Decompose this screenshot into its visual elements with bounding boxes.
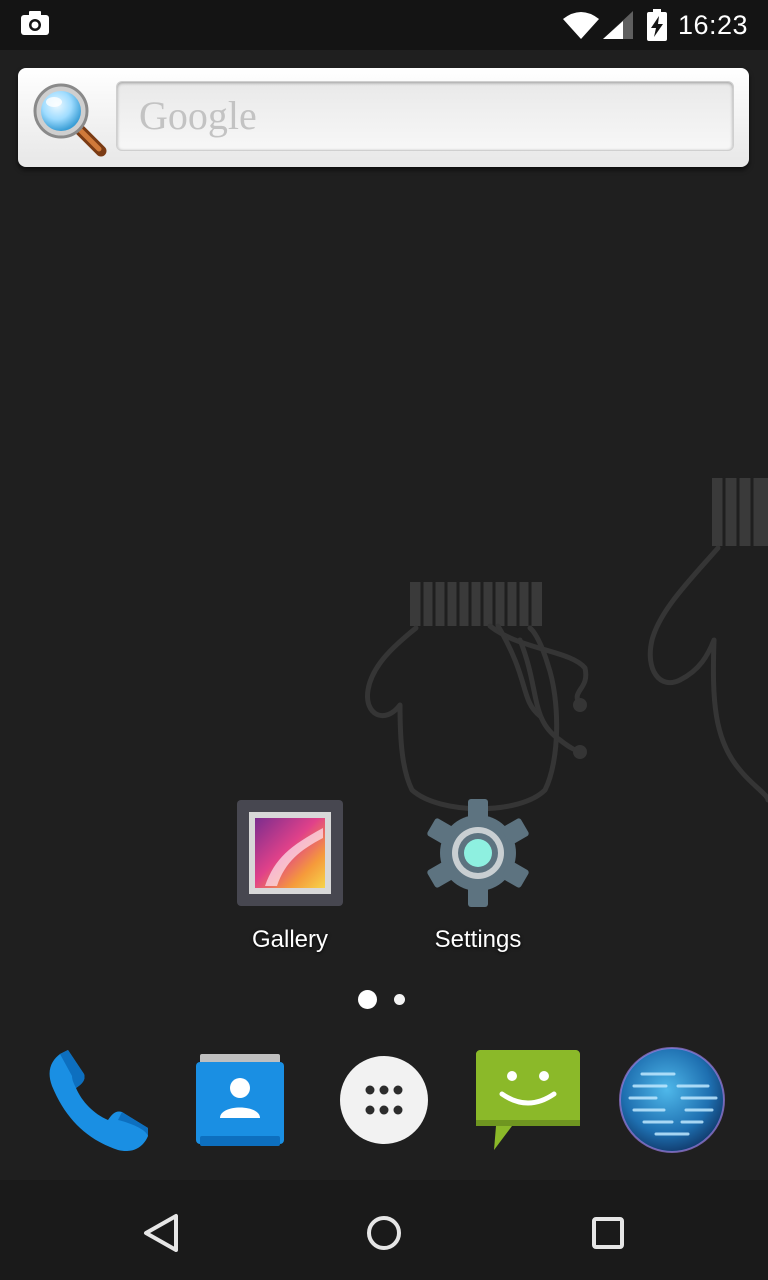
- status-bar: 16:23: [0, 0, 768, 50]
- cell-signal-icon: [603, 11, 633, 39]
- clock: 16:23: [678, 10, 749, 40]
- browser-app[interactable]: [612, 1040, 732, 1160]
- contacts-app[interactable]: [180, 1040, 300, 1160]
- home-icon[interactable]: [354, 1208, 414, 1258]
- app-drawer-button[interactable]: [324, 1040, 444, 1160]
- contacts-icon[interactable]: [180, 1040, 300, 1160]
- magnifier-icon[interactable]: [31, 81, 107, 157]
- gallery-icon[interactable]: [235, 798, 345, 908]
- phone-icon[interactable]: [38, 1040, 158, 1160]
- messaging-icon[interactable]: [468, 1040, 588, 1160]
- camera-icon: [21, 11, 49, 35]
- app-drawer-icon[interactable]: [324, 1040, 444, 1160]
- messaging-app[interactable]: [468, 1040, 588, 1160]
- recents-icon[interactable]: [578, 1208, 638, 1258]
- gallery-shortcut[interactable]: Gallery: [220, 798, 360, 954]
- google-search-widget[interactable]: Google: [18, 68, 749, 167]
- back-icon[interactable]: [130, 1208, 190, 1258]
- navigation-bar: [0, 1180, 768, 1280]
- search-placeholder: Google: [139, 93, 257, 138]
- browser-icon[interactable]: [612, 1040, 732, 1160]
- page-dot-active: [358, 990, 377, 1009]
- battery-charging-icon: [647, 9, 667, 41]
- page-dot: [394, 994, 405, 1005]
- phone-app[interactable]: [38, 1040, 158, 1160]
- settings-label: Settings: [434, 926, 522, 953]
- search-input[interactable]: Google: [116, 81, 734, 151]
- dock: [0, 1040, 768, 1160]
- settings-shortcut[interactable]: Settings: [408, 798, 548, 954]
- page-indicator: [0, 988, 768, 1012]
- wifi-icon: [563, 12, 599, 39]
- settings-icon[interactable]: [423, 798, 533, 908]
- gallery-label: Gallery: [251, 926, 329, 953]
